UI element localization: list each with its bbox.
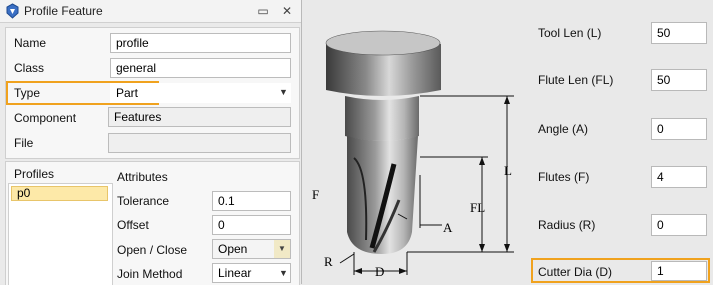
chevron-down-icon[interactable]: ▼ <box>279 87 288 97</box>
cutter-dia-input[interactable]: 1 <box>651 261 707 281</box>
cutter-dia-label: Cutter Dia (D) <box>538 265 613 279</box>
type-select[interactable]: Part <box>110 83 291 103</box>
class-field[interactable]: general <box>110 58 291 78</box>
tool-flute-shape <box>347 136 418 254</box>
pin-icon[interactable]: ▭ <box>255 3 271 19</box>
component-field: Features <box>108 107 291 127</box>
tool-len-label: Tool Len (L) <box>538 26 602 40</box>
label-d: D <box>375 264 384 279</box>
file-field <box>108 133 291 153</box>
offset-label: Offset <box>117 218 149 232</box>
join-method-label: Join Method <box>117 267 183 281</box>
profile-item-p0[interactable]: p0 <box>11 186 108 201</box>
tolerance-label: Tolerance <box>117 194 170 208</box>
name-label: Name <box>14 36 47 50</box>
radius-input[interactable]: 0 <box>651 214 707 236</box>
title-bar: Profile Feature ▭ ✕ <box>0 0 301 23</box>
label-f: F <box>312 187 319 202</box>
file-label: File <box>14 136 34 150</box>
flute-len-input[interactable]: 50 <box>651 69 707 91</box>
profile-feature-panel: Profile Feature ▭ ✕ Name profile Class g… <box>0 0 302 285</box>
end-mill-diagram: L FL A F R D <box>312 30 514 279</box>
name-field[interactable]: profile <box>110 33 291 53</box>
open-close-dropdown-icon[interactable]: ▼ <box>274 240 290 258</box>
label-l: L <box>504 163 512 178</box>
flutes-input[interactable]: 4 <box>651 166 707 188</box>
window-title: Profile Feature <box>24 4 103 18</box>
open-close-label: Open / Close <box>117 243 188 257</box>
type-label: Type <box>14 86 41 100</box>
tool-len-input[interactable]: 50 <box>651 22 707 44</box>
type-value: Part <box>116 86 139 100</box>
tool-holder-shape <box>325 30 441 96</box>
radius-label: Radius (R) <box>538 218 596 232</box>
tool-shank-shape <box>345 96 419 141</box>
open-close-value: Open <box>218 242 248 256</box>
flute-len-label: Flute Len (FL) <box>538 73 614 87</box>
angle-input[interactable]: 0 <box>651 118 707 140</box>
tolerance-field[interactable]: 0.1 <box>212 191 291 211</box>
angle-label: Angle (A) <box>538 122 589 136</box>
join-method-dropdown-icon[interactable]: ▼ <box>279 268 288 278</box>
label-a: A <box>443 220 453 235</box>
profile-feature-icon <box>6 3 19 19</box>
class-label: Class <box>14 61 45 75</box>
list-item: p0 <box>17 186 31 200</box>
join-method-value: Linear <box>218 266 252 280</box>
label-fl: FL <box>470 200 485 215</box>
close-icon[interactable]: ✕ <box>279 3 295 19</box>
attributes-header: Attributes <box>117 170 168 184</box>
label-r: R <box>324 254 333 269</box>
flutes-label: Flutes (F) <box>538 170 590 184</box>
offset-field[interactable]: 0 <box>212 215 291 235</box>
profiles-header: Profiles <box>14 167 55 181</box>
component-label: Component <box>14 111 77 125</box>
tool-definition-panel: L FL A F R D Tool Len (L) 50 Flute Len (… <box>302 0 713 284</box>
